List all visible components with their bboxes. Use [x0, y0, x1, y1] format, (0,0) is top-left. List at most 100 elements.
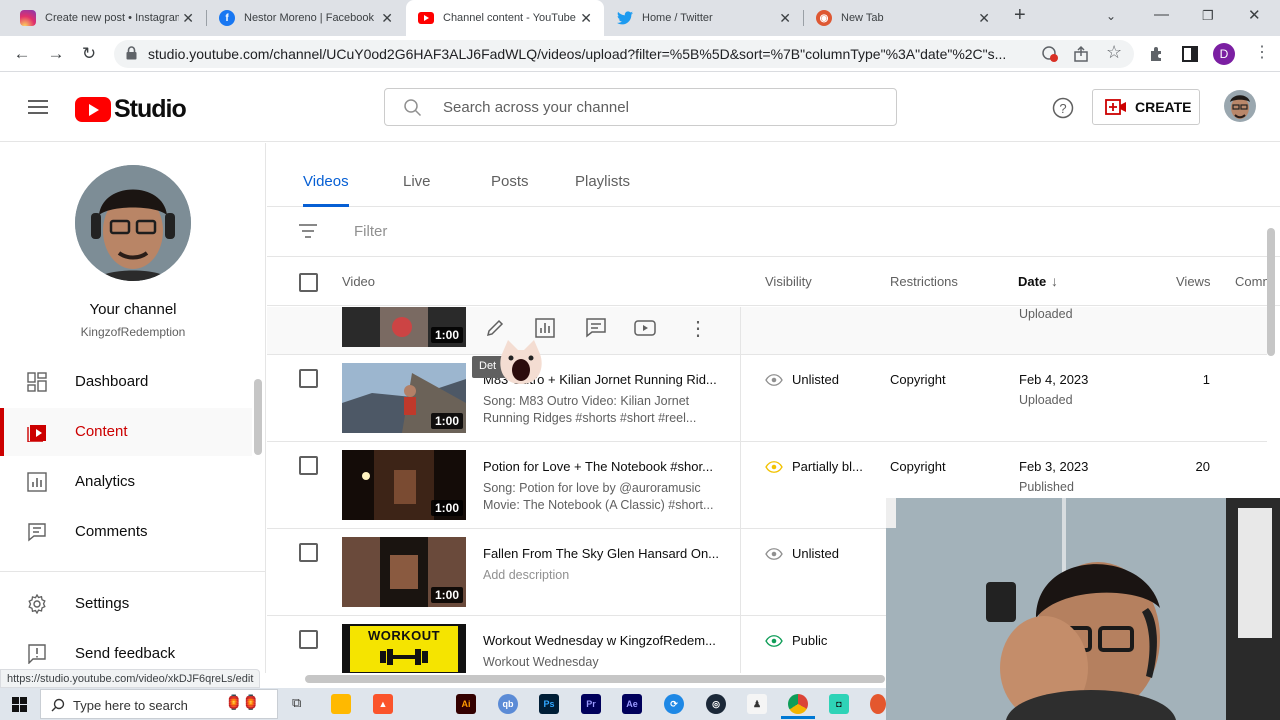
qbittorrent-icon[interactable]: qb: [498, 694, 518, 714]
reload-icon[interactable]: ↻: [77, 42, 101, 66]
video-thumbnail[interactable]: 1:00: [342, 537, 466, 607]
photoshop-icon[interactable]: Ps: [539, 694, 559, 714]
hamburger-menu-icon[interactable]: [28, 99, 48, 115]
taskbar-search-input[interactable]: Type here to search 🏮🏮: [40, 689, 278, 719]
forward-arrow-icon[interactable]: →: [44, 42, 68, 66]
url-text[interactable]: studio.youtube.com/channel/UCuY0od2G6HAF…: [148, 46, 1048, 62]
window-close-icon[interactable]: ✕: [1248, 6, 1261, 24]
tab-instagram[interactable]: Create new post • Instagram ✕: [8, 0, 206, 36]
close-icon[interactable]: ✕: [182, 11, 194, 25]
side-panel-icon[interactable]: [1181, 45, 1199, 63]
filter-input[interactable]: Filter: [354, 223, 387, 240]
video-thumbnail[interactable]: 1:00: [342, 450, 466, 520]
channel-avatar[interactable]: [75, 165, 191, 281]
analytics-icon[interactable]: [534, 317, 556, 339]
extensions-puzzle-icon[interactable]: [1148, 45, 1166, 63]
streamlabs-icon[interactable]: ◘: [829, 694, 849, 714]
video-title[interactable]: Potion for Love + The Notebook #shor...: [483, 459, 728, 474]
video-thumbnail[interactable]: 1:00: [342, 307, 466, 347]
row-checkbox[interactable]: [299, 543, 318, 562]
sidebar-item-dashboard[interactable]: Dashboard: [0, 358, 252, 406]
column-views[interactable]: Views: [1176, 274, 1210, 289]
help-icon[interactable]: ?: [1052, 97, 1074, 119]
address-bar[interactable]: studio.youtube.com/channel/UCuY0od2G6HAF…: [114, 40, 1134, 68]
brave-browser-icon[interactable]: ▲: [373, 694, 393, 714]
search-icon: [404, 99, 422, 117]
row-checkbox[interactable]: [299, 630, 318, 649]
video-thumbnail[interactable]: 1:00: [342, 363, 466, 433]
file-explorer-icon[interactable]: [331, 694, 351, 714]
row-checkbox[interactable]: [299, 456, 318, 475]
row-checkbox[interactable]: [299, 369, 318, 388]
restrictions-label[interactable]: Copyright: [890, 372, 946, 387]
after-effects-icon[interactable]: Ae: [622, 694, 642, 714]
sort-down-arrow-icon[interactable]: ↓: [1051, 273, 1058, 289]
back-arrow-icon[interactable]: ←: [10, 42, 34, 66]
tab-twitter[interactable]: Home / Twitter ✕: [605, 0, 803, 36]
blue-app-icon[interactable]: ⟳: [664, 694, 684, 714]
horizontal-scrollbar[interactable]: [305, 675, 885, 683]
close-icon[interactable]: ✕: [580, 11, 592, 25]
tab-youtube-studio[interactable]: Channel content - YouTube ✕: [406, 0, 604, 36]
windows-start-icon[interactable]: [12, 697, 27, 712]
account-avatar[interactable]: [1224, 90, 1256, 122]
recording-app-icon[interactable]: [870, 694, 886, 714]
content-scrollbar[interactable]: [1267, 228, 1275, 356]
filter-bar[interactable]: Filter: [267, 207, 1280, 257]
restrictions-label[interactable]: Copyright: [890, 459, 946, 474]
tab-videos[interactable]: Videos: [303, 173, 349, 190]
visibility-cell[interactable]: Unlisted: [765, 546, 839, 561]
visibility-cell[interactable]: Public: [765, 633, 827, 648]
chrome-icon[interactable]: [788, 694, 808, 714]
task-view-icon[interactable]: ⧉: [292, 695, 301, 711]
video-title[interactable]: Workout Wednesday w KingzofRedem...: [483, 633, 728, 648]
visibility-cell[interactable]: Partially bl...: [765, 459, 863, 474]
video-status: Uploaded: [1019, 393, 1073, 407]
select-all-checkbox[interactable]: [299, 273, 318, 292]
table-row[interactable]: 1:00 M83 Outro + Kilian Jornet Running R…: [267, 355, 1267, 442]
create-button[interactable]: CREATE: [1092, 89, 1200, 125]
sidebar-item-settings[interactable]: Settings: [0, 580, 252, 628]
edit-pencil-icon[interactable]: [484, 317, 506, 339]
search-icon: [51, 698, 65, 712]
comments-icon[interactable]: [585, 317, 607, 339]
add-description-link[interactable]: Add description: [483, 567, 723, 584]
studio-logo[interactable]: Studio: [75, 95, 187, 124]
sidebar-item-analytics[interactable]: Analytics: [0, 458, 252, 506]
tab-facebook[interactable]: f Nestor Moreno | Facebook ✕: [207, 0, 405, 36]
illustrator-icon[interactable]: Ai: [456, 694, 476, 714]
kebab-menu-icon[interactable]: ⋮: [1254, 42, 1270, 62]
tab-live[interactable]: Live: [403, 173, 431, 190]
sidebar-scrollbar[interactable]: [254, 379, 262, 455]
video-thumbnail[interactable]: WORKOUT: [342, 624, 466, 673]
close-icon[interactable]: ✕: [779, 11, 791, 25]
tab-posts[interactable]: Posts: [491, 173, 529, 190]
steam-icon[interactable]: ◎: [706, 694, 726, 714]
tab-search-chevron-icon[interactable]: ⌄: [1106, 9, 1116, 23]
sidebar-item-content[interactable]: Content: [0, 408, 252, 456]
profile-avatar[interactable]: D: [1213, 43, 1235, 65]
youtube-view-icon[interactable]: [634, 317, 656, 339]
cookie-blocked-icon[interactable]: [1041, 45, 1059, 63]
column-restrictions[interactable]: Restrictions: [890, 274, 958, 289]
visibility-cell[interactable]: Unlisted: [765, 372, 839, 387]
filter-icon[interactable]: [298, 223, 318, 239]
column-date[interactable]: Date: [1018, 274, 1046, 289]
tab-new-tab[interactable]: ◉ New Tab ✕: [804, 0, 1002, 36]
share-icon[interactable]: [1073, 45, 1091, 63]
table-row[interactable]: 1:00 ⋮ Uploaded: [267, 307, 1267, 355]
minimize-icon[interactable]: —: [1154, 6, 1169, 23]
close-icon[interactable]: ✕: [381, 11, 393, 25]
video-title[interactable]: Fallen From The Sky Glen Hansard On...: [483, 546, 728, 561]
premiere-icon[interactable]: Pr: [581, 694, 601, 714]
search-input[interactable]: Search across your channel: [384, 88, 897, 126]
close-icon[interactable]: ✕: [978, 11, 990, 25]
options-kebab-icon[interactable]: ⋮: [688, 316, 708, 341]
utility-app-icon[interactable]: ♟: [747, 694, 767, 714]
new-tab-plus-icon[interactable]: +: [1014, 4, 1026, 27]
tab-playlists[interactable]: Playlists: [575, 173, 630, 190]
sidebar-item-comments[interactable]: Comments: [0, 508, 252, 556]
column-visibility[interactable]: Visibility: [765, 274, 812, 289]
bookmark-star-icon[interactable]: ☆: [1106, 42, 1122, 63]
restore-icon[interactable]: ❐: [1202, 8, 1214, 24]
